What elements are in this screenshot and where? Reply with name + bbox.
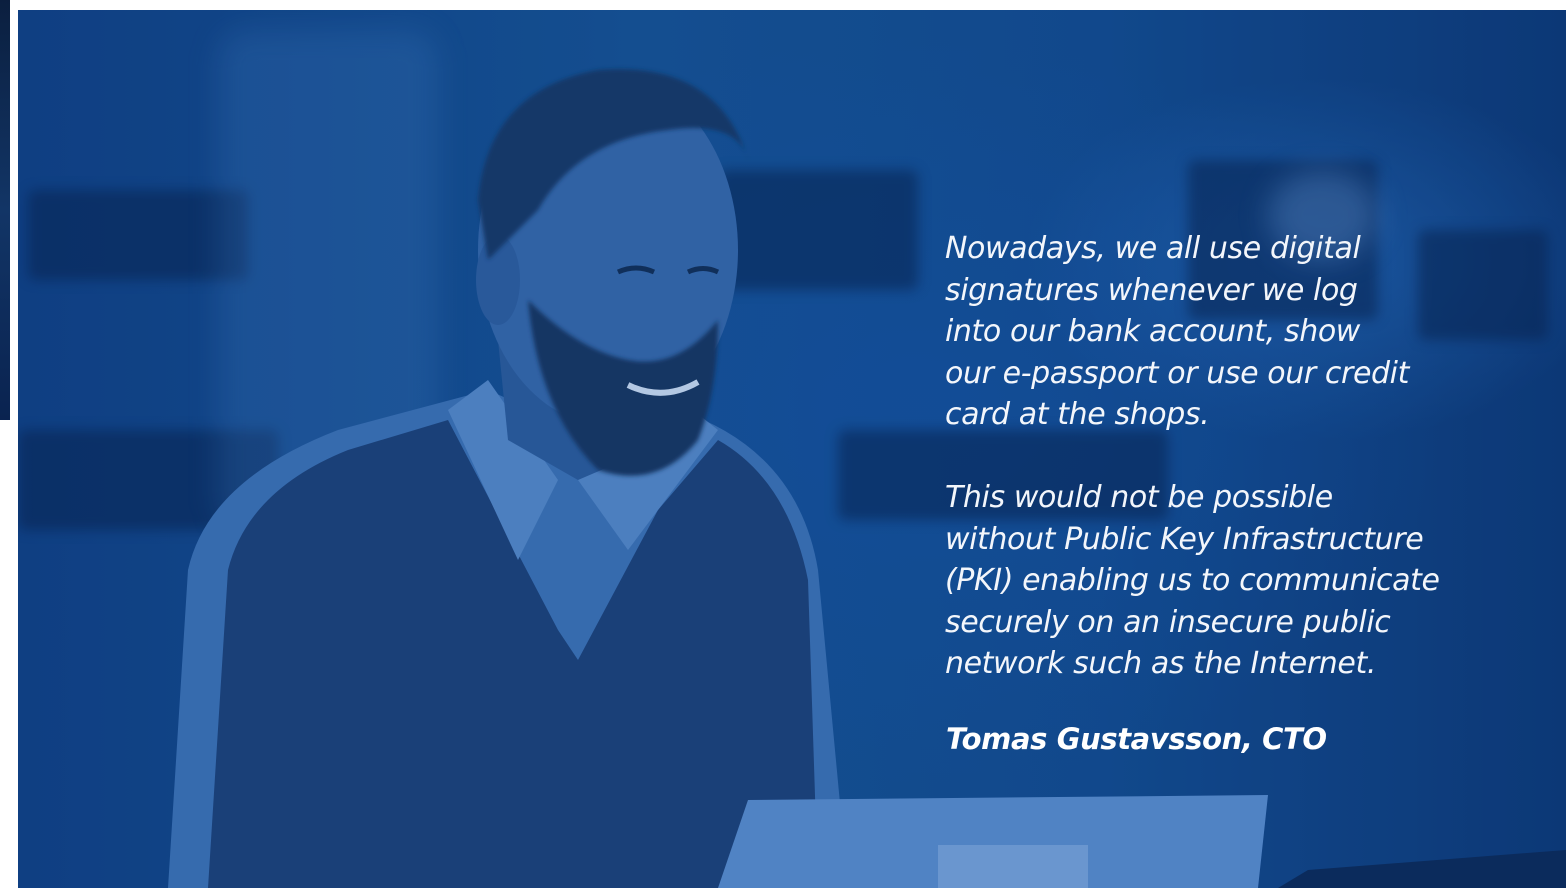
- quote-line: our e-passport or use our credit: [945, 355, 1409, 391]
- quote-line: Nowadays, we all use digital: [945, 231, 1361, 266]
- quote-text: Nowadays, we all use digital signatures …: [945, 228, 1505, 685]
- quote-line: network such as the Internet.: [945, 646, 1376, 682]
- quote-line: This would not be possible: [945, 479, 1333, 515]
- left-edge-decoration: [0, 0, 10, 420]
- quote-line: securely on an insecure public: [945, 604, 1391, 640]
- quote-line: (PKI) enabling us to communicate: [945, 563, 1440, 599]
- quote-line: signatures whenever we log: [945, 272, 1358, 308]
- quote-line: without Public Key Infrastructure: [945, 521, 1424, 557]
- quote-line: card at the shops.: [945, 397, 1210, 433]
- quote-line: into our bank account, show: [945, 314, 1360, 350]
- quote-attribution: Tomas Gustavsson, CTO: [946, 722, 1327, 756]
